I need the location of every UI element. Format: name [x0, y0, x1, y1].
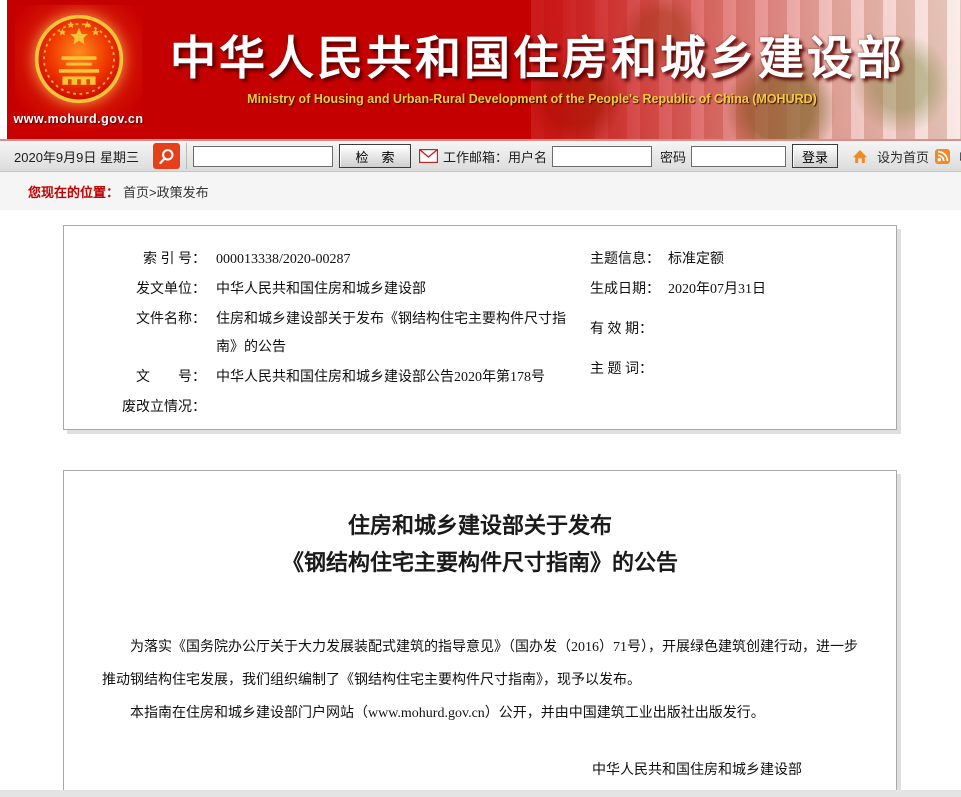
metadata-left-column: 索 引 号： 000013338/2020-00287 发文单位： 中华人民共和… — [64, 246, 584, 424]
article-title: 住房和城乡建设部关于发布 《钢结构住宅主要构件尺寸指南》的公告 — [102, 507, 858, 581]
info-row-document-number: 文 号： 中华人民共和国住房和城乡建设部公告2020年第178号 — [94, 364, 584, 392]
article-paragraph: 本指南在住房和城乡建设部门户网站（www.mohurd.gov.cn）公开，并由… — [102, 697, 858, 730]
search-button[interactable]: 检 索 — [339, 144, 411, 168]
article-body: 为落实《国务院办公厅关于大力发展装配式建筑的指导意见》（国办发（2016）71号… — [102, 631, 858, 730]
info-row-keywords: 主 题 词： — [590, 356, 896, 384]
breadcrumb-path[interactable]: 首页>政策发布 — [123, 182, 209, 201]
field-label: 文件名称： — [94, 306, 206, 334]
toolbar: 2020年9月9日 星期三 检 索 工作邮箱：用户名 密码 登录 — [0, 139, 961, 172]
mail-username-label: 工作邮箱：用户名 — [443, 147, 547, 166]
announcement-article-box: 住房和城乡建设部关于发布 《钢结构住宅主要构件尺寸指南》的公告 为落实《国务院办… — [63, 470, 897, 797]
field-label: 发文单位： — [94, 276, 206, 304]
window-bottom-edge — [0, 790, 961, 797]
site-subtitle-english: Ministry of Housing and Urban-Rural Deve… — [177, 92, 887, 106]
field-label: 主 题 词： — [590, 356, 658, 384]
info-row-document-title: 文件名称： 住房和城乡建设部关于发布《钢结构住宅主要构件尺寸指南》的公告 — [94, 306, 584, 362]
info-row-topic-info: 主题信息： 标准定额 — [590, 246, 896, 274]
field-value: 中华人民共和国住房和城乡建设部公告2020年第178号 — [216, 364, 545, 392]
article-title-line1: 住房和城乡建设部关于发布 — [102, 507, 858, 544]
toolbar-separator — [186, 143, 187, 169]
field-value: 住房和城乡建设部关于发布《钢结构住宅主要构件尺寸指南》的公告 — [216, 306, 568, 362]
username-input[interactable] — [552, 146, 652, 167]
site-url: www.mohurd.gov.cn — [13, 112, 143, 126]
password-input[interactable] — [691, 146, 786, 167]
page: www.mohurd.gov.cn 中华人民共和国住房和城乡建设部 Minist… — [0, 0, 961, 797]
field-label: 索 引 号： — [94, 246, 206, 274]
info-row-generate-date: 生成日期： 2020年07月31日 — [590, 276, 896, 304]
field-label: 文 号： — [94, 364, 206, 392]
search-input[interactable] — [193, 146, 333, 167]
article-title-line2: 《钢结构住宅主要构件尺寸指南》的公告 — [102, 544, 858, 581]
set-homepage-link[interactable]: 设为首页 — [877, 147, 929, 166]
login-button[interactable]: 登录 — [792, 144, 838, 168]
field-label: 有 效 期： — [590, 316, 658, 344]
article-paragraph: 为落实《国务院办公厅关于大力发展装配式建筑的指导意见》（国办发（2016）71号… — [102, 631, 858, 697]
home-icon — [852, 149, 868, 164]
info-row-valid-period: 有 效 期： — [590, 316, 896, 344]
site-title: 中华人民共和国住房和城乡建设部 — [170, 22, 930, 88]
national-emblem-icon — [33, 13, 125, 110]
info-row-repeal-status: 废改立情况： — [94, 394, 584, 422]
field-label: 废改立情况： — [94, 394, 206, 422]
signature-issuer: 中华人民共和国住房和城乡建设部 — [592, 756, 802, 786]
site-header: www.mohurd.gov.cn 中华人民共和国住房和城乡建设部 Minist… — [7, 0, 961, 139]
site-logo: www.mohurd.gov.cn — [15, 5, 142, 133]
toolbar-quick-links: 设为首页 收藏 — [852, 147, 961, 166]
field-label: 生成日期： — [590, 276, 658, 304]
field-label: 主题信息： — [590, 246, 658, 274]
breadcrumb: 您现在的位置： 首页>政策发布 — [0, 172, 961, 210]
password-label: 密码 — [660, 147, 686, 166]
field-value: 2020年07月31日 — [668, 276, 766, 304]
field-value: 000013338/2020-00287 — [216, 246, 351, 274]
info-row-issuing-unit: 发文单位： 中华人民共和国住房和城乡建设部 — [94, 276, 584, 304]
document-metadata-box: 索 引 号： 000013338/2020-00287 发文单位： 中华人民共和… — [63, 225, 897, 430]
metadata-right-column: 主题信息： 标准定额 生成日期： 2020年07月31日 有 效 期： 主 题 … — [584, 246, 896, 424]
search-icon[interactable] — [153, 143, 180, 169]
field-value: 标准定额 — [668, 246, 724, 274]
breadcrumb-label: 您现在的位置： — [28, 182, 119, 201]
mail-icon — [419, 149, 438, 163]
current-date: 2020年9月9日 星期三 — [14, 147, 139, 166]
field-value: 中华人民共和国住房和城乡建设部 — [216, 276, 426, 304]
info-row-index-number: 索 引 号： 000013338/2020-00287 — [94, 246, 584, 274]
rss-favorite-icon — [935, 149, 950, 164]
